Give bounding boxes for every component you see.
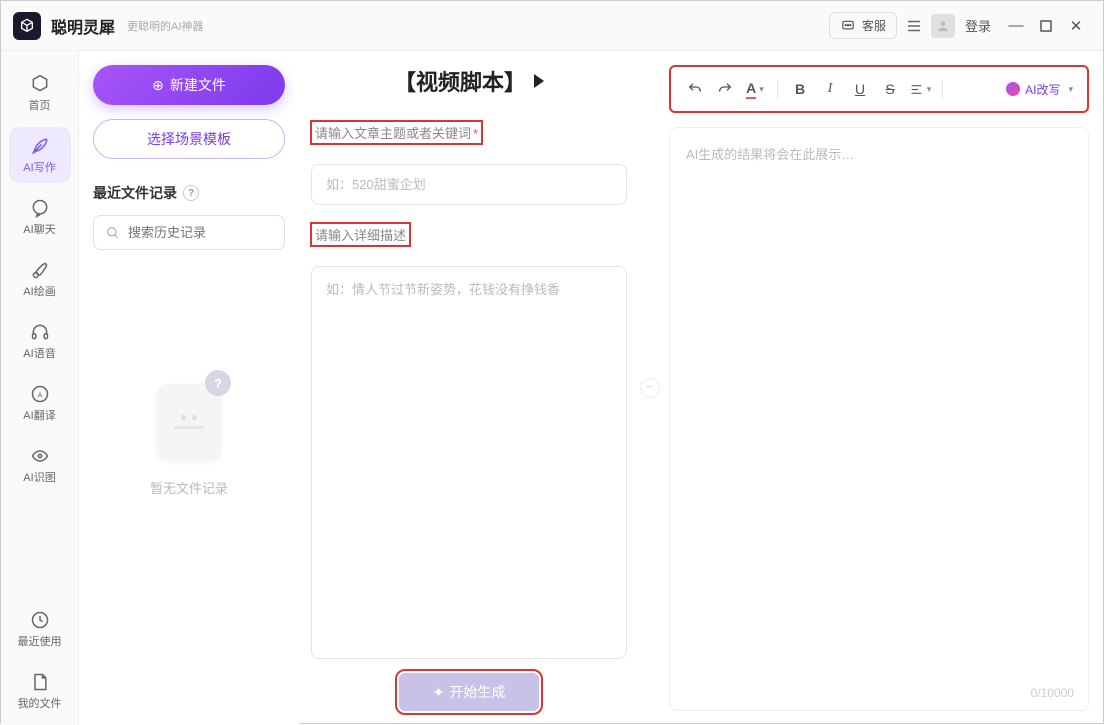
- ai-rewrite-label: AI改写: [1025, 81, 1060, 98]
- svg-text:A: A: [37, 390, 42, 399]
- chevron-down-icon: ▾: [1068, 84, 1073, 95]
- detail-textarea[interactable]: [311, 266, 627, 659]
- brush-icon: [30, 260, 50, 280]
- menu-button[interactable]: [897, 9, 931, 43]
- app-name: 聪明灵犀: [51, 14, 115, 38]
- sidebar-item-label: AI写作: [23, 159, 55, 175]
- search-box[interactable]: [93, 215, 285, 250]
- choose-template-button[interactable]: 选择场景模板: [93, 119, 285, 159]
- new-file-button[interactable]: ⊕ 新建文件: [93, 65, 285, 105]
- close-button[interactable]: ✕: [1061, 11, 1091, 41]
- sidebar: 首页 AI写作 AI聊天 AI绘画 AI语音 A AI翻译 AI识图: [1, 51, 79, 725]
- recent-files-header: 最近文件记录 ?: [93, 183, 285, 203]
- empty-state-text: 暂无文件记录: [93, 478, 285, 497]
- sidebar-item-label: AI绘画: [23, 283, 55, 299]
- ai-sparkle-icon: [1006, 82, 1020, 96]
- bold-button[interactable]: B: [786, 75, 814, 103]
- detail-field-label: 请输入详细描述: [311, 223, 410, 246]
- headphones-icon: [30, 322, 50, 342]
- eye-scan-icon: [30, 446, 50, 466]
- empty-state: ? 暂无文件记录: [93, 370, 285, 497]
- sidebar-item-label: 最近使用: [18, 633, 62, 649]
- sidebar-item-label: AI翻译: [23, 407, 55, 423]
- file-icon: [30, 672, 50, 692]
- play-icon[interactable]: [534, 74, 544, 88]
- editor-toolbar: A▾ B I U S ▾ AI改写 ▾: [669, 65, 1089, 113]
- recent-files-label: 最近文件记录: [93, 183, 177, 203]
- sidebar-item-write[interactable]: AI写作: [9, 127, 71, 183]
- generate-label: 开始生成: [449, 682, 505, 702]
- output-area[interactable]: AI生成的结果将会在此展示… 0/10000: [669, 127, 1089, 711]
- login-link[interactable]: 登录: [965, 16, 991, 35]
- align-button[interactable]: ▾: [906, 75, 934, 103]
- sparkle-icon: ✦: [433, 684, 445, 701]
- sidebar-item-home[interactable]: 首页: [9, 65, 71, 121]
- sidebar-item-voice[interactable]: AI语音: [9, 313, 71, 369]
- new-file-label: 新建文件: [170, 75, 226, 95]
- minimize-button[interactable]: —: [1001, 11, 1031, 41]
- support-button[interactable]: 客服: [829, 12, 897, 39]
- sidebar-item-paint[interactable]: AI绘画: [9, 251, 71, 307]
- empty-illustration-icon: ?: [147, 370, 231, 464]
- sidebar-item-label: AI聊天: [23, 221, 55, 237]
- maximize-button[interactable]: [1031, 11, 1061, 41]
- titlebar: 聪明灵犀 更聪明的AI神器 客服 登录 — ✕: [1, 1, 1103, 51]
- sidebar-item-recent[interactable]: 最近使用: [9, 601, 71, 657]
- topic-field-label: 请输入文章主题或者关键词*: [311, 121, 482, 144]
- right-panel: A▾ B I U S ▾ AI改写 ▾ AI生成的结果将会在此展示… 0/100…: [661, 51, 1103, 725]
- plus-icon: ⊕: [152, 77, 164, 94]
- avatar-icon[interactable]: [931, 14, 955, 38]
- collapse-handle[interactable]: ••: [640, 378, 660, 398]
- clock-icon: [30, 610, 50, 630]
- search-icon: [106, 226, 120, 240]
- sidebar-item-label: AI语音: [23, 345, 55, 361]
- sidebar-item-image[interactable]: AI识图: [9, 437, 71, 493]
- left-panel: ⊕ 新建文件 选择场景模板 最近文件记录 ? ? 暂无文件记录: [79, 51, 299, 725]
- output-placeholder: AI生成的结果将会在此展示…: [686, 147, 854, 162]
- sidebar-item-label: AI识图: [23, 469, 55, 485]
- sidebar-item-label: 首页: [29, 97, 51, 113]
- sidebar-item-label: 我的文件: [18, 695, 62, 711]
- generate-button[interactable]: ✦ 开始生成: [399, 673, 539, 711]
- redo-button[interactable]: [711, 75, 739, 103]
- panel-divider: ••: [639, 51, 661, 725]
- middle-panel: 【视频脚本】 请输入文章主题或者关键词* 请输入详细描述 ✦ 开始生成: [299, 51, 639, 725]
- underline-button[interactable]: U: [846, 75, 874, 103]
- char-count: 0/10000: [1031, 686, 1074, 700]
- page-title: 【视频脚本】: [394, 65, 526, 97]
- undo-button[interactable]: [681, 75, 709, 103]
- app-logo-icon: [13, 12, 41, 40]
- feather-icon: [30, 136, 50, 156]
- sidebar-item-translate[interactable]: A AI翻译: [9, 375, 71, 431]
- ai-rewrite-button[interactable]: AI改写 ▾: [1002, 81, 1077, 98]
- support-label: 客服: [862, 17, 886, 34]
- topic-input[interactable]: [311, 164, 627, 205]
- home-icon: [30, 74, 50, 94]
- strikethrough-button[interactable]: S: [876, 75, 904, 103]
- sidebar-item-chat[interactable]: AI聊天: [9, 189, 71, 245]
- chat-icon: [30, 198, 50, 218]
- help-icon[interactable]: ?: [183, 185, 199, 201]
- search-input[interactable]: [128, 225, 304, 240]
- translate-icon: A: [30, 384, 50, 404]
- sidebar-item-files[interactable]: 我的文件: [9, 663, 71, 719]
- app-subtitle: 更聪明的AI神器: [127, 18, 203, 34]
- font-color-button[interactable]: A▾: [741, 75, 769, 103]
- italic-button[interactable]: I: [816, 75, 844, 103]
